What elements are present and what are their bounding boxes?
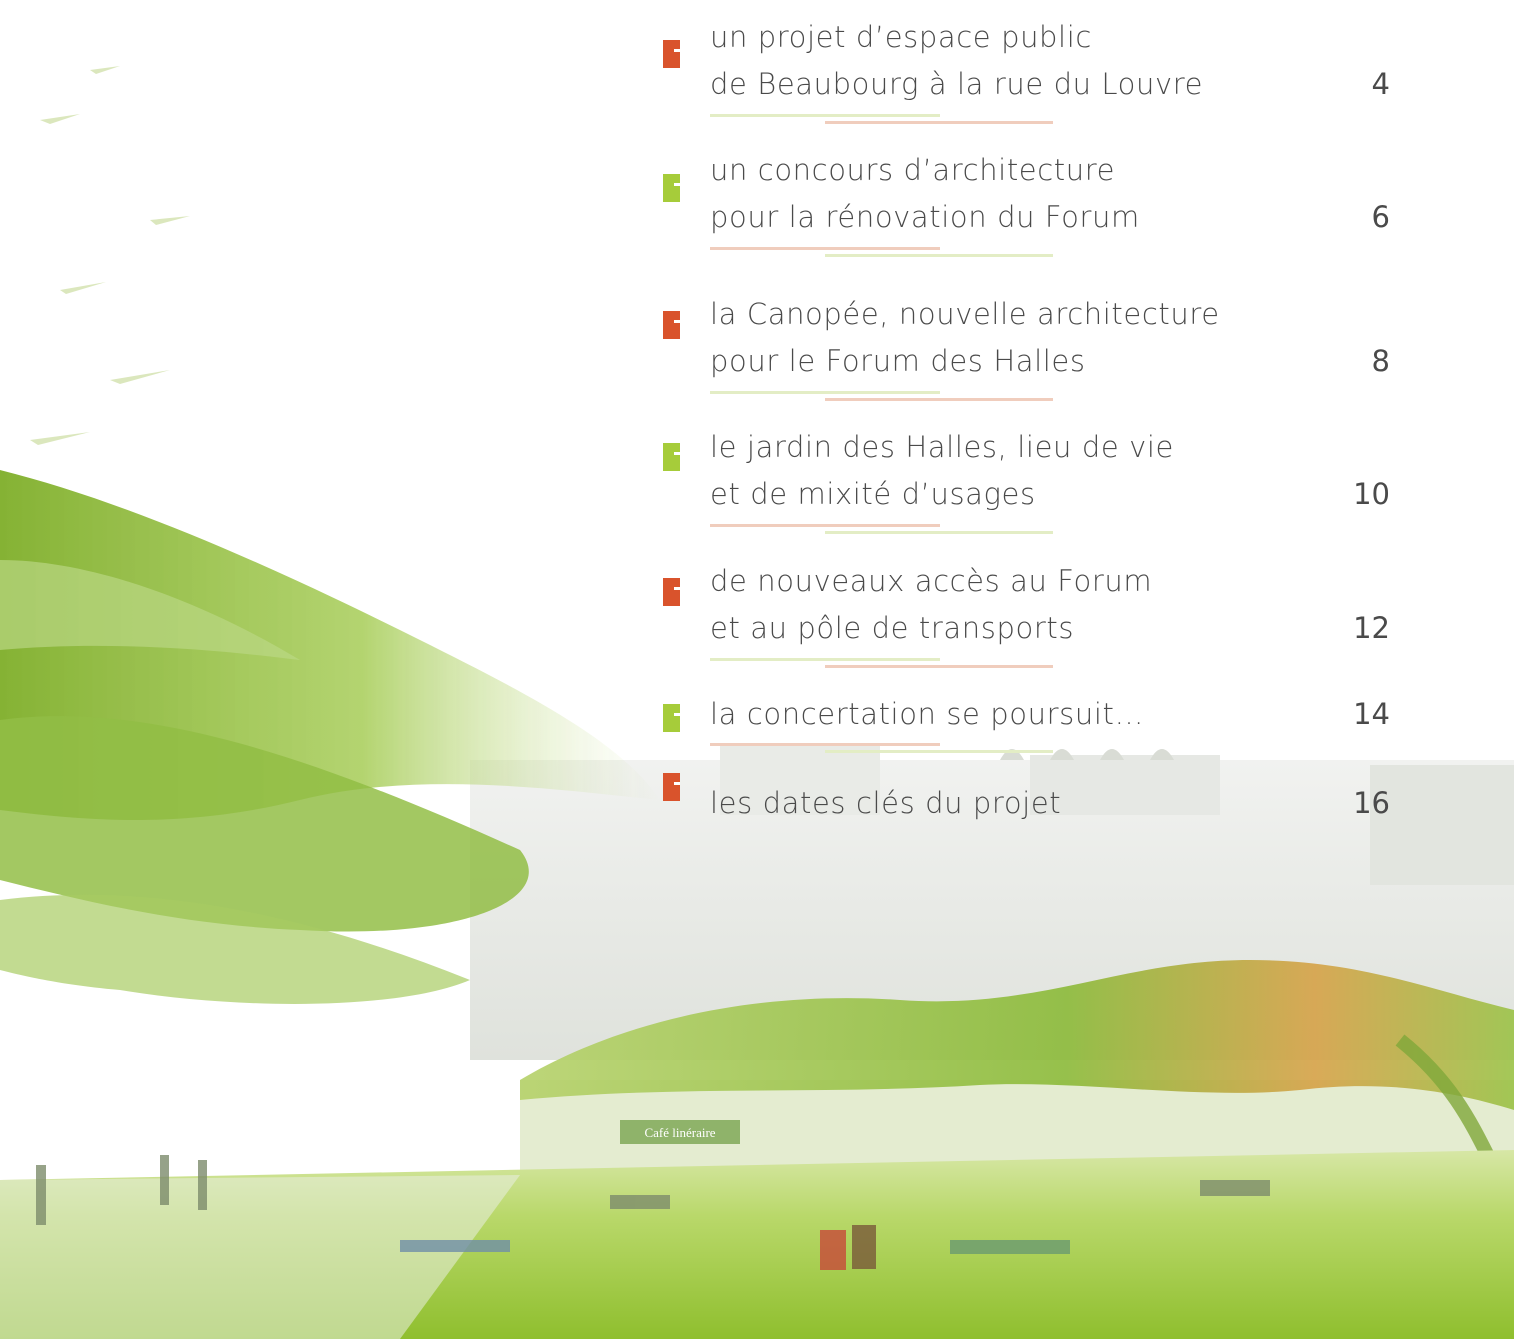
toc-page-number: 8 [1371,344,1390,378]
divider [710,524,940,527]
divider [825,398,1053,401]
bullet-marker-green [663,704,680,732]
divider [825,121,1053,124]
toc-entry-line2: et de mixité d’usages [710,477,1036,511]
toc-page-number: 12 [1353,611,1390,645]
bullet-marker-green [663,443,680,471]
bullet-marker-green [663,174,680,202]
toc-entry-line2: et au pôle de transports [710,611,1075,645]
toc-entry-line2: pour le Forum des Halles [710,344,1086,378]
divider [825,254,1053,257]
toc-entry-line2: de Beaubourg à la rue du Louvre [710,67,1204,101]
toc-entry-line1: la Canopée, nouvelle architecture [710,297,1220,331]
toc-page-number: 10 [1353,477,1390,511]
toc-entry-line1: les dates clés du projet [710,786,1062,820]
toc-entry-line1: un projet d’espace public [710,20,1092,54]
divider [710,114,940,117]
toc-page-number: 16 [1353,786,1390,820]
cafe-sign: Café linéraire [644,1125,715,1140]
divider [710,658,940,661]
divider [825,665,1053,668]
bullet-marker-red [663,773,680,801]
table-of-contents: un projet d’espace public de Beaubourg à… [0,0,1514,820]
bullet-marker-red [663,40,680,68]
toc-entry-line2: pour la rénovation du Forum [710,200,1140,234]
bullet-marker-red [663,578,680,606]
divider [825,750,1053,753]
divider [710,391,940,394]
divider [825,531,1053,534]
toc-entry-line1: un concours d’architecture [710,153,1116,187]
toc-entry-line1: la concertation se poursuit… [710,697,1145,731]
toc-entry-line1: le jardin des Halles, lieu de vie [710,430,1174,464]
toc-page-number: 14 [1353,697,1390,731]
toc-page-number: 6 [1371,200,1390,234]
bullet-marker-red [663,311,680,339]
divider [710,743,940,746]
toc-entry-line1: de nouveaux accès au Forum [710,564,1153,598]
toc-page-number: 4 [1371,67,1390,101]
divider [710,247,940,250]
